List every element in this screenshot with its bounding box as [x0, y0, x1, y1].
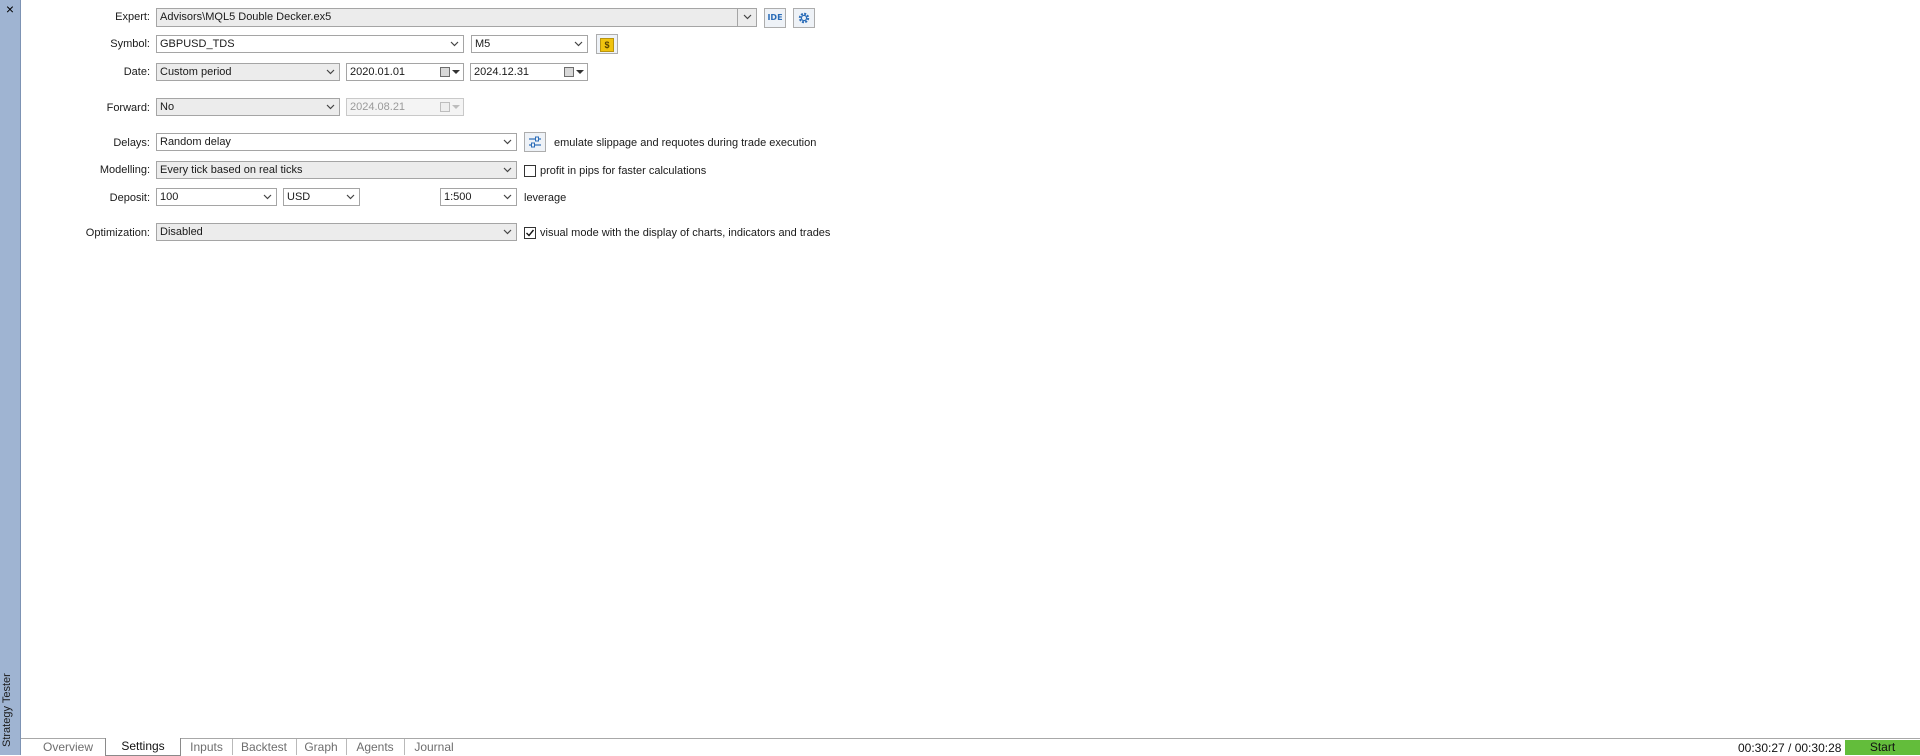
chevron-down-icon: [346, 194, 355, 200]
panel-title: Strategy Tester: [1, 673, 13, 747]
calendar-icon: [440, 67, 450, 77]
calendar-icon: [564, 67, 574, 77]
tab-graph[interactable]: Graph: [296, 739, 347, 755]
gear-icon: [798, 12, 810, 24]
deposit-select[interactable]: 100: [156, 188, 277, 206]
optimization-label: Optimization:: [85, 227, 150, 239]
currency-select[interactable]: USD: [283, 188, 360, 206]
date-from-picker[interactable]: 2020.01.01: [346, 63, 464, 81]
expert-value: Advisors\MQL5 Double Decker.ex5: [160, 11, 332, 23]
chevron-down-icon: [503, 139, 512, 145]
delays-value: Random delay: [160, 136, 231, 148]
forward-label: Forward:: [106, 102, 150, 114]
side-panel: × Strategy Tester: [0, 0, 21, 755]
profit-in-pips-label: profit in pips for faster calculations: [540, 165, 707, 177]
chevron-down-icon: [326, 69, 335, 75]
visual-mode-label: visual mode with the display of charts, …: [540, 227, 831, 239]
tab-settings[interactable]: Settings: [105, 738, 181, 756]
tab-overview[interactable]: Overview: [31, 739, 106, 755]
date-to-value: 2024.12.31: [474, 66, 530, 78]
elapsed-timer: 00:30:27 / 00:30:28: [1738, 741, 1842, 755]
calendar-icon: [440, 102, 450, 112]
delay-settings-button[interactable]: [524, 132, 546, 152]
forward-date-value: 2024.08.21: [350, 101, 406, 113]
chevron-down-icon: [503, 167, 512, 173]
ide-button[interactable]: IDE: [764, 8, 786, 28]
tab-backtest[interactable]: Backtest: [232, 739, 297, 755]
money-icon: $: [600, 38, 614, 52]
chevron-down-icon: [574, 41, 583, 47]
delays-note: emulate slippage and requotes during tra…: [554, 137, 817, 149]
symbol-label: Symbol:: [110, 38, 150, 50]
period-value: Custom period: [160, 66, 232, 78]
date-from-value: 2020.01.01: [350, 66, 406, 78]
optimization-value: Disabled: [160, 226, 203, 238]
deposit-value: 100: [160, 191, 179, 203]
symbol-value: GBPUSD_TDS: [160, 38, 235, 50]
optimization-select[interactable]: Disabled: [156, 223, 517, 241]
chevron-down-icon: [503, 229, 512, 235]
start-button[interactable]: Start: [1845, 740, 1920, 755]
forward-value: No: [160, 101, 175, 113]
timeframe-value: M5: [475, 38, 491, 50]
chevron-down-icon: [743, 14, 752, 20]
tab-agents[interactable]: Agents: [346, 739, 405, 755]
chevron-down-icon: [326, 104, 335, 110]
currency-value: USD: [287, 191, 311, 203]
modelling-label: Modelling:: [99, 164, 150, 176]
tab-journal[interactable]: Journal: [404, 739, 464, 755]
expert-select[interactable]: Advisors\MQL5 Double Decker.ex5: [156, 8, 757, 27]
leverage-select[interactable]: 1:500: [440, 188, 517, 206]
date-label: Date:: [123, 66, 150, 78]
delays-select[interactable]: Random delay: [156, 133, 517, 151]
forward-select[interactable]: No: [156, 98, 340, 116]
tab-inputs[interactable]: Inputs: [181, 739, 233, 755]
symbol-select[interactable]: GBPUSD_TDS: [156, 35, 464, 53]
timeframe-select[interactable]: M5: [471, 35, 588, 53]
visual-mode-checkbox[interactable]: [524, 227, 536, 239]
close-icon[interactable]: ×: [0, 0, 20, 18]
expert-label: Expert:: [115, 11, 150, 23]
delays-label: Delays:: [113, 137, 150, 149]
modelling-select[interactable]: Every tick based on real ticks: [156, 161, 517, 179]
sliders-icon: [529, 136, 541, 148]
settings-gear-button[interactable]: [793, 8, 815, 28]
forward-date-picker: 2024.08.21: [346, 98, 464, 116]
dropdown-arrow-icon: [452, 105, 460, 109]
tab-bar: Overview Settings Inputs Backtest Graph …: [21, 738, 1920, 756]
chevron-down-icon: [503, 194, 512, 200]
chevron-down-icon: [263, 194, 272, 200]
leverage-label: leverage: [524, 192, 567, 204]
dropdown-arrow-icon: [452, 70, 460, 74]
deposit-label: Deposit:: [109, 192, 150, 204]
checkmark-icon: [526, 229, 535, 237]
profit-in-pips-checkbox[interactable]: [524, 165, 536, 177]
period-select[interactable]: Custom period: [156, 63, 340, 81]
dropdown-arrow-icon: [576, 70, 584, 74]
date-to-picker[interactable]: 2024.12.31: [470, 63, 588, 81]
chevron-down-icon: [450, 41, 459, 47]
leverage-value: 1:500: [444, 191, 472, 203]
symbol-properties-button[interactable]: $: [596, 34, 618, 54]
modelling-value: Every tick based on real ticks: [160, 164, 303, 176]
